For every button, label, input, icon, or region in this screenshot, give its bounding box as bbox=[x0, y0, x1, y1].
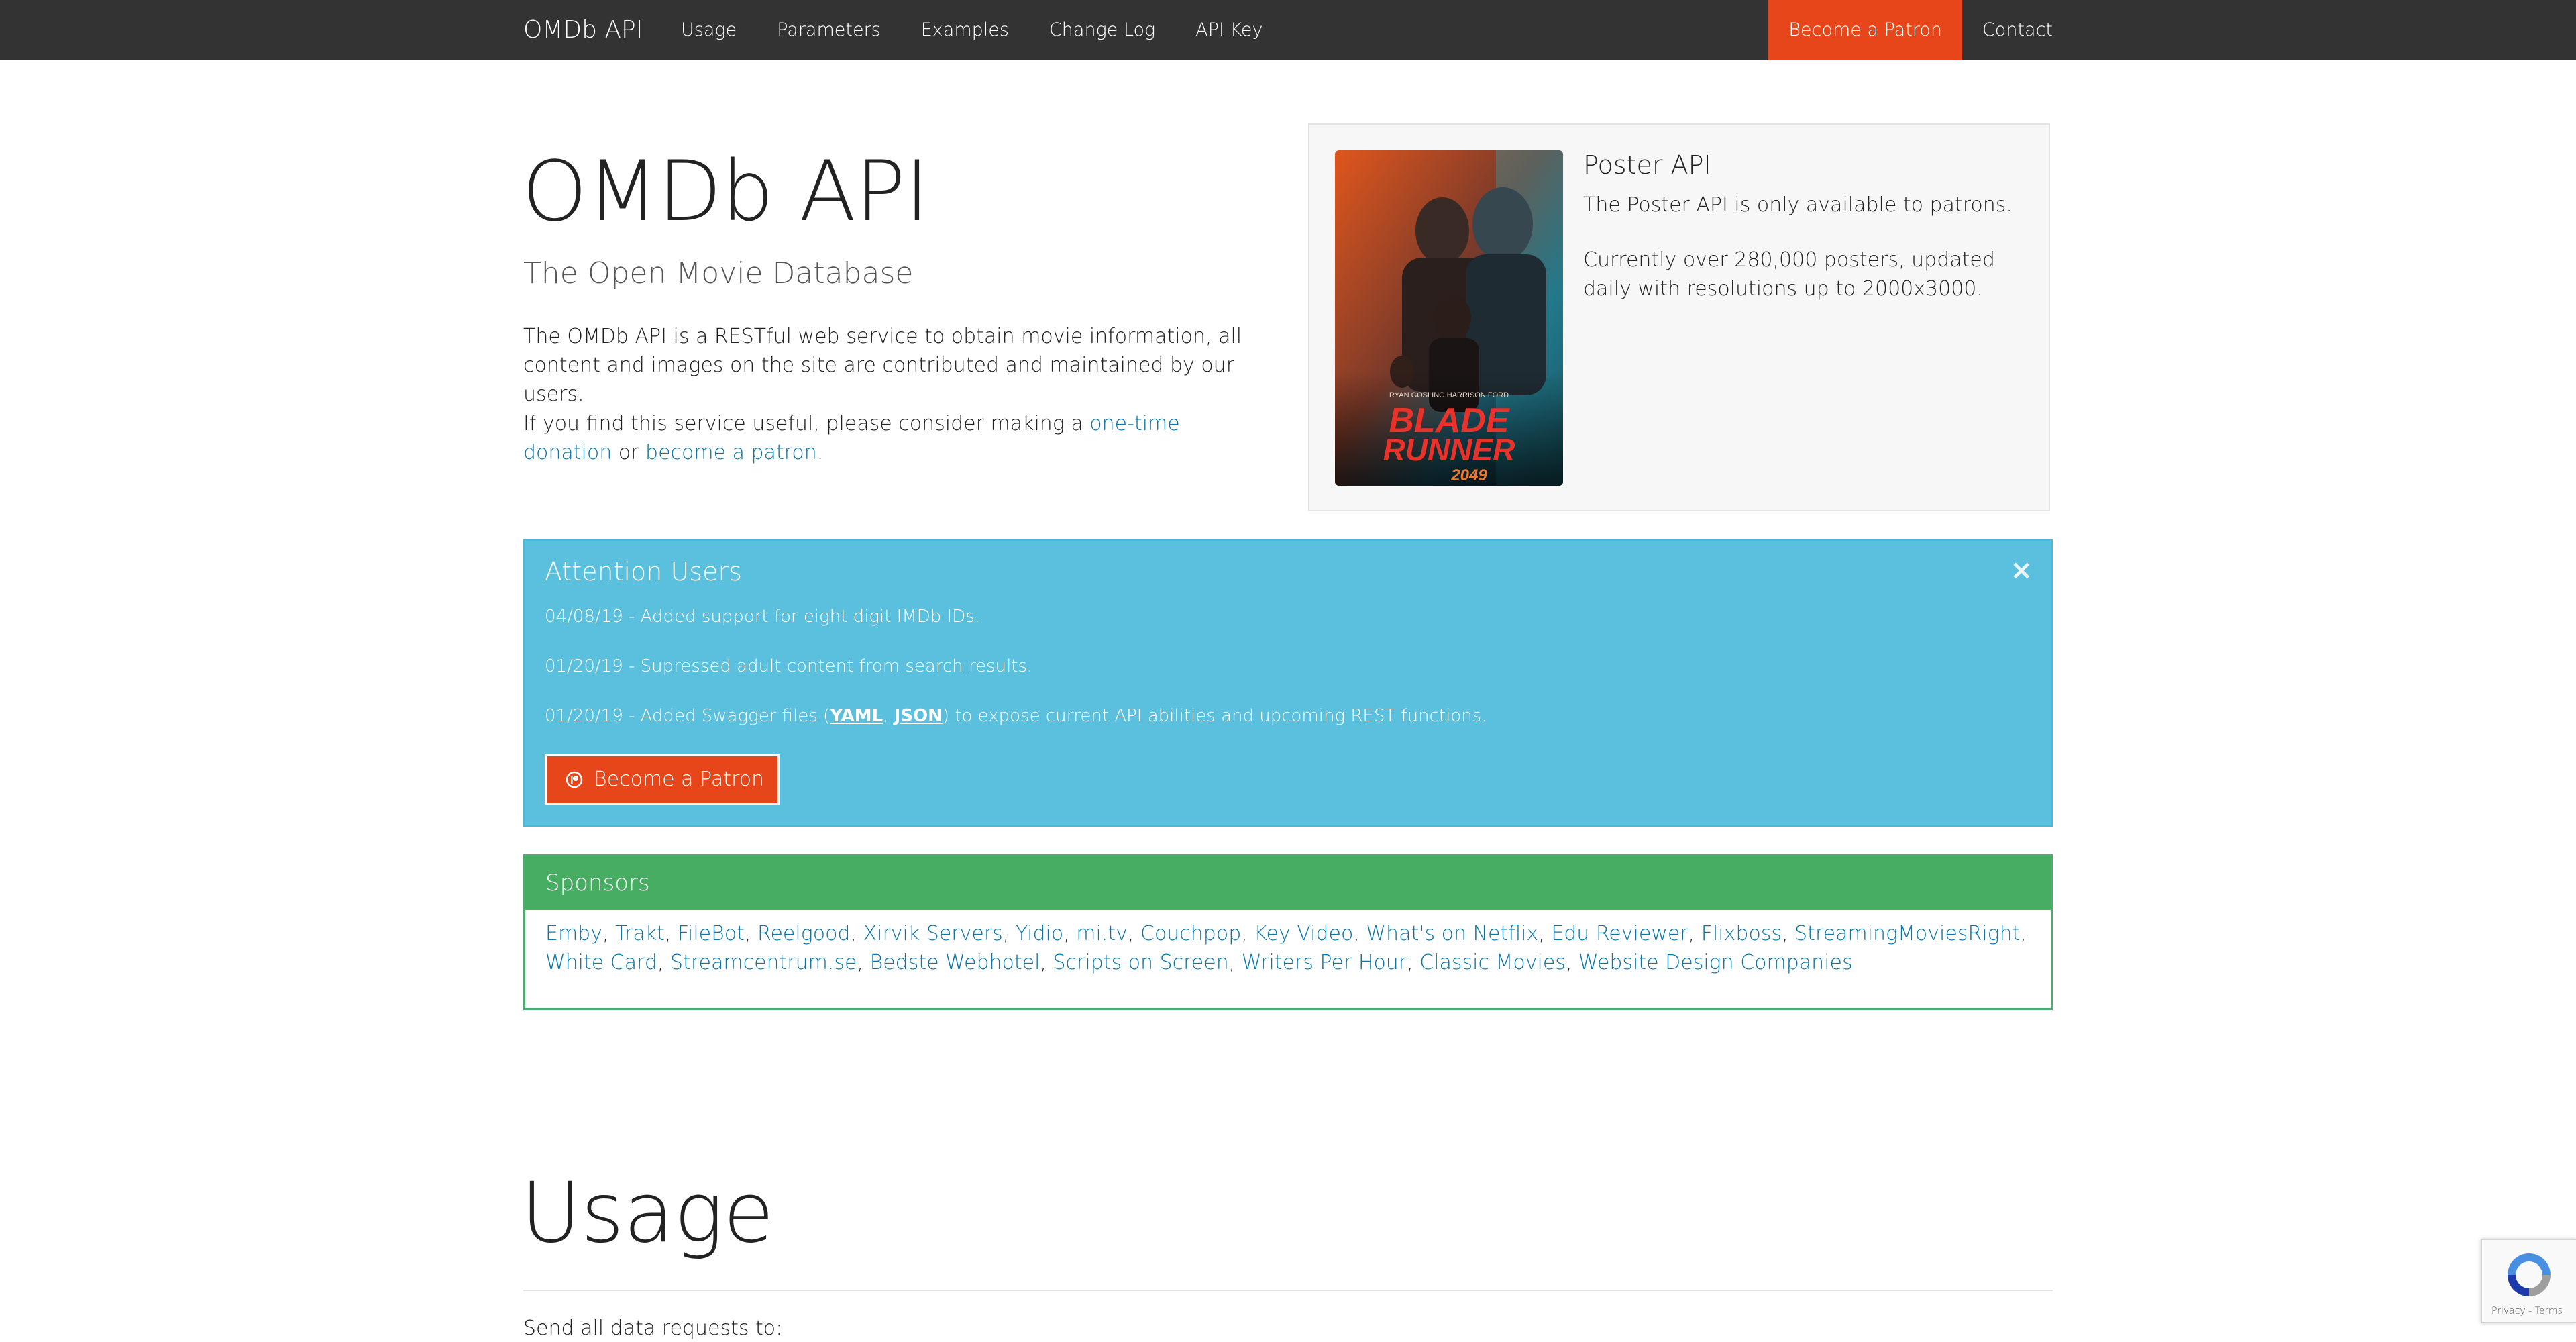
top-navbar: OMDb API Usage Parameters Examples Chang… bbox=[0, 0, 2576, 60]
sponsor-link[interactable]: Classic Movies bbox=[1419, 951, 1566, 974]
sponsor-link[interactable]: Edu Reviewer bbox=[1551, 922, 1688, 945]
swagger-yaml-link[interactable]: YAML bbox=[830, 706, 883, 726]
sponsor-link[interactable]: Bedste Webhotel bbox=[870, 951, 1040, 974]
sponsor-link[interactable]: White Card bbox=[545, 951, 657, 974]
sponsor-link[interactable]: Trakt bbox=[615, 922, 665, 945]
sponsor-link[interactable]: Flixboss bbox=[1701, 922, 1782, 945]
nav-api-key[interactable]: API Key bbox=[1195, 0, 1263, 60]
sponsor-link[interactable]: What's on Netflix bbox=[1366, 922, 1538, 945]
sponsors-list: Emby, Trakt, FileBot, Reelgood, Xirvik S… bbox=[545, 922, 2027, 974]
nav-links: Usage Parameters Examples Change Log API… bbox=[681, 0, 1303, 60]
swagger-json-link[interactable]: JSON bbox=[894, 706, 943, 726]
poster-api-panel: RYAN GOSLING HARRISON FORD BLADE RUNNER … bbox=[1308, 123, 2050, 511]
sponsor-link[interactable]: Xirvik Servers bbox=[863, 922, 1003, 945]
alert-item-2: 01/20/19 - Supressed adult content from … bbox=[545, 656, 1033, 676]
usage-heading: Usage bbox=[521, 1165, 774, 1261]
nav-parameters[interactable]: Parameters bbox=[777, 0, 881, 60]
sponsor-link[interactable]: Couchpop bbox=[1140, 922, 1241, 945]
nav-right: Become a Patron Contact bbox=[1768, 0, 2053, 60]
usage-divider bbox=[523, 1290, 2053, 1291]
usage-intro: Send all data requests to: bbox=[523, 1317, 783, 1340]
recaptcha-icon bbox=[2508, 1253, 2551, 1296]
page-subtitle: The Open Movie Database bbox=[523, 256, 914, 291]
donate-prefix: If you find this service useful, please … bbox=[523, 412, 1090, 435]
sponsor-link[interactable]: Emby bbox=[545, 922, 602, 945]
sponsor-link[interactable]: StreamingMoviesRight bbox=[1794, 922, 2020, 945]
sponsor-link[interactable]: Key Video bbox=[1254, 922, 1353, 945]
sponsor-link[interactable]: Reelgood bbox=[757, 922, 851, 945]
sponsor-link[interactable]: Website Design Companies bbox=[1578, 951, 1853, 974]
hero-description: The OMDb API is a RESTful web service to… bbox=[523, 325, 1242, 406]
poster-api-availability: The Poster API is only available to patr… bbox=[1583, 193, 2012, 217]
nav-become-patron[interactable]: Become a Patron bbox=[1768, 0, 1962, 60]
become-patron-button-label: Become a Patron bbox=[594, 768, 765, 791]
swagger-sep: , bbox=[883, 706, 894, 726]
donate-middle: or bbox=[612, 441, 646, 464]
alert-item-3: 01/20/19 - Added Swagger files (YAML, JS… bbox=[545, 706, 1487, 726]
alert-title: Attention Users bbox=[545, 557, 742, 586]
become-patron-link[interactable]: become a patron bbox=[645, 441, 817, 464]
sponsor-link[interactable]: FileBot bbox=[678, 922, 745, 945]
page-title: OMDb API bbox=[522, 144, 929, 240]
recaptcha-links[interactable]: Privacy - Terms bbox=[2491, 1306, 2563, 1317]
alert-item-1: 04/08/19 - Added support for eight digit… bbox=[545, 607, 981, 627]
poster-api-title: Poster API bbox=[1583, 150, 1711, 180]
donate-suffix: . bbox=[816, 441, 824, 464]
poster-title-line-2: RUNNER bbox=[1383, 432, 1515, 467]
sponsor-link[interactable]: Scripts on Screen bbox=[1053, 951, 1229, 974]
swagger-suffix: ) to expose current API abilities and up… bbox=[942, 706, 1487, 726]
patreon-icon bbox=[566, 771, 583, 788]
sponsors-panel: Sponsors Emby, Trakt, FileBot, Reelgood,… bbox=[523, 854, 2053, 1010]
sponsor-link[interactable]: Writers Per Hour bbox=[1242, 951, 1407, 974]
become-patron-button[interactable]: Become a Patron bbox=[545, 754, 780, 805]
swagger-prefix: 01/20/19 - Added Swagger files ( bbox=[545, 706, 830, 726]
attention-users-alert: Attention Users × 04/08/19 - Added suppo… bbox=[523, 539, 2053, 827]
sponsor-link[interactable]: mi.tv bbox=[1076, 922, 1128, 945]
poster-api-stats: Currently over 280,000 posters, updated … bbox=[1583, 248, 1995, 301]
blade-runner-poster-image: RYAN GOSLING HARRISON FORD BLADE RUNNER … bbox=[1335, 150, 1563, 486]
brand-link[interactable]: OMDb API bbox=[523, 0, 643, 60]
nav-examples[interactable]: Examples bbox=[921, 0, 1009, 60]
nav-contact[interactable]: Contact bbox=[1962, 0, 2053, 60]
sponsors-title: Sponsors bbox=[525, 856, 2051, 910]
poster-credits-text: RYAN GOSLING HARRISON FORD bbox=[1389, 391, 1509, 399]
recaptcha-badge[interactable]: Privacy - Terms bbox=[2481, 1239, 2576, 1323]
sponsor-link[interactable]: Streamcentrum.se bbox=[670, 951, 857, 974]
poster-title-line-3: 2049 bbox=[1450, 466, 1487, 484]
nav-change-log[interactable]: Change Log bbox=[1049, 0, 1155, 60]
close-icon[interactable]: × bbox=[2010, 557, 2033, 584]
nav-usage[interactable]: Usage bbox=[681, 0, 737, 60]
hero-donate-text: If you find this service useful, please … bbox=[523, 409, 1275, 467]
sponsor-link[interactable]: Yidio bbox=[1016, 922, 1063, 945]
